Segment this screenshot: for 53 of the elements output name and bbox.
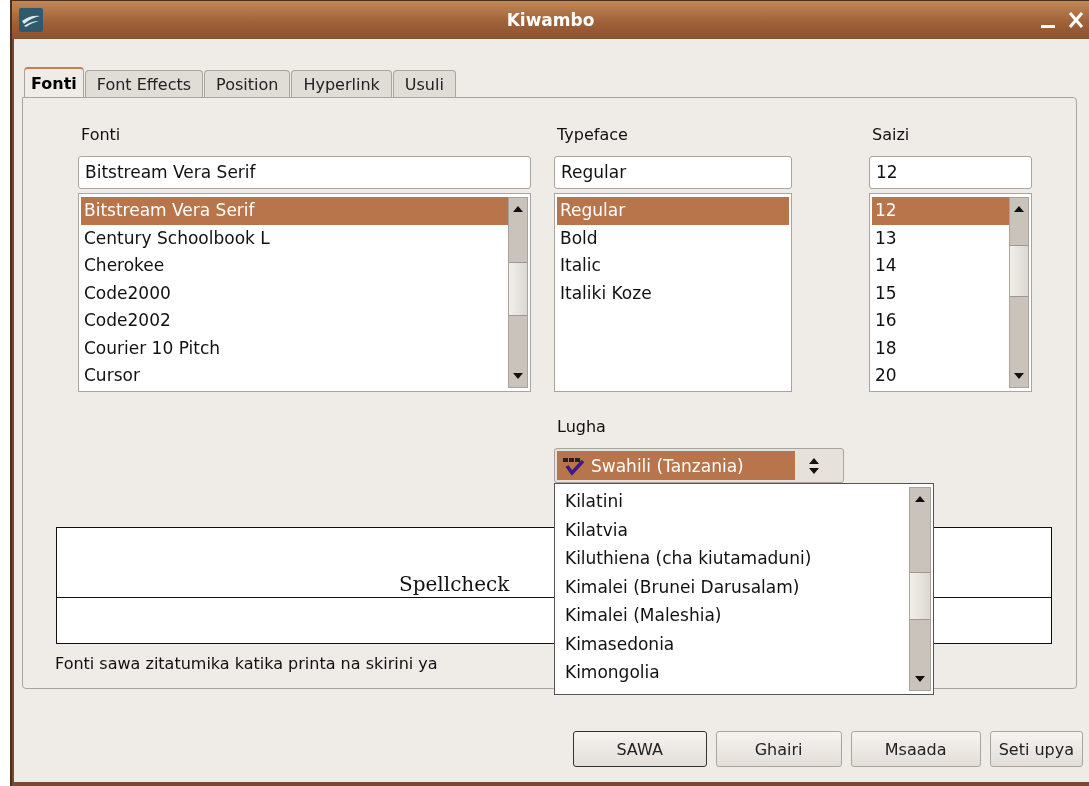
menu-item[interactable]: Kimalei (Brunei Darusalam) xyxy=(555,572,909,601)
list-item[interactable]: 18 xyxy=(872,334,1009,362)
scrollbar-thumb[interactable] xyxy=(1010,245,1028,297)
dialog-button[interactable]: Seti upya xyxy=(989,731,1083,767)
list-item[interactable]: 13 xyxy=(872,224,1009,252)
scrollbar-thumb[interactable] xyxy=(509,262,527,316)
dialog-button[interactable]: SAWA xyxy=(572,731,707,767)
scrollbar[interactable] xyxy=(909,487,931,691)
field-label: Fonti xyxy=(81,124,121,146)
list-item[interactable]: 16 xyxy=(872,307,1009,335)
list-item[interactable]: Code2002 xyxy=(81,307,508,335)
close-icon xyxy=(1067,11,1085,29)
tab[interactable]: Usuli xyxy=(392,70,456,97)
tab[interactable]: Fonti xyxy=(24,67,84,98)
list-item[interactable]: Italic xyxy=(557,252,789,280)
input-field[interactable]: Regular xyxy=(554,156,792,189)
field-label: Lugha xyxy=(557,416,606,438)
list-item[interactable]: Bitstream Vera Serif xyxy=(81,197,508,225)
input-field[interactable]: Bitstream Vera Serif xyxy=(78,156,531,189)
list-item[interactable]: 20 xyxy=(872,362,1009,388)
scrollbar[interactable] xyxy=(1009,197,1029,388)
tab[interactable]: Hyperlink xyxy=(291,70,392,97)
list-item[interactable]: Courier 10 Pitch xyxy=(81,334,508,362)
minimize-icon xyxy=(1041,24,1055,28)
field-label: Typeface xyxy=(557,124,628,146)
menu-item[interactable]: Kimasedonia xyxy=(555,629,909,658)
menu-item[interactable]: Kilatini xyxy=(555,487,909,516)
menu-item[interactable]: Kimalei (Maleshia) xyxy=(555,601,909,630)
list-item[interactable]: 14 xyxy=(872,252,1009,280)
menu-item[interactable]: Kiluthiena (cha kiutamaduni) xyxy=(555,544,909,573)
list-item[interactable]: Code2000 xyxy=(81,279,508,307)
menu-item[interactable]: Kimongolia xyxy=(555,658,909,687)
list-item[interactable]: Cursor xyxy=(81,362,508,388)
list-item[interactable]: Italiki Koze xyxy=(557,279,789,307)
scrollbar-thumb[interactable] xyxy=(910,572,930,620)
list-item[interactable]: Regular xyxy=(557,197,789,225)
list-item[interactable]: 12 xyxy=(872,197,1009,225)
field-label: Saizi xyxy=(872,124,910,146)
window-title: Kiwambo xyxy=(506,10,595,30)
menu-item[interactable]: Kilatvia xyxy=(555,515,909,544)
input-field[interactable]: 12 xyxy=(869,156,1032,189)
list-item[interactable]: 15 xyxy=(872,279,1009,307)
language-dropdown[interactable]: Swahili (Tanzania) xyxy=(554,448,844,483)
tab[interactable]: Position xyxy=(204,70,291,97)
dialog-button[interactable]: Msaada xyxy=(850,731,981,767)
app-icon xyxy=(18,7,44,33)
note-text: Fonti sawa zitatumika katika printa na skirini ya xyxy=(55,654,438,673)
list-item[interactable]: Cherokee xyxy=(81,252,508,280)
list-item[interactable]: Bold xyxy=(557,224,789,252)
dialog-button[interactable]: Ghairi xyxy=(715,731,842,767)
list-item[interactable]: Century Schoolbook L xyxy=(81,224,508,252)
scrollbar[interactable] xyxy=(508,197,528,388)
tab[interactable]: Font Effects xyxy=(84,70,204,97)
